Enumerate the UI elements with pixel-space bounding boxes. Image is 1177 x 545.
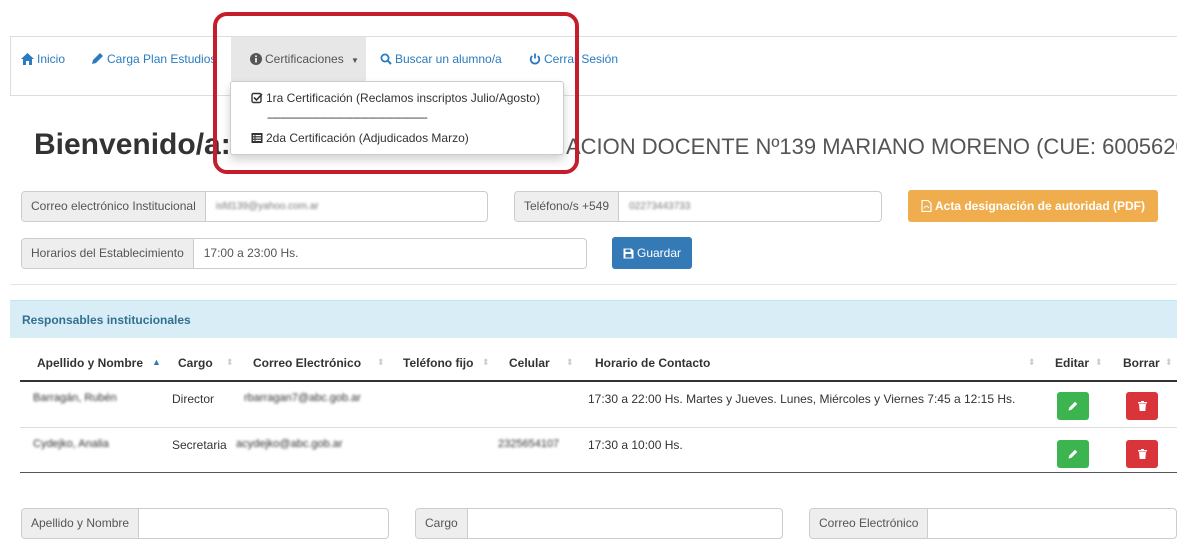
save-icon — [623, 248, 634, 259]
edit-button[interactable] — [1057, 440, 1089, 468]
home-icon — [21, 53, 34, 65]
pencil-icon — [92, 53, 103, 64]
certificaciones-dropdown-menu: 1ra Certificación (Reclamos inscriptos J… — [230, 81, 564, 155]
menu-item-1ra-certificacion[interactable]: 1ra Certificación (Reclamos inscriptos J… — [251, 91, 540, 105]
new-correo-input-group: Correo Electrónico — [809, 508, 1177, 539]
sort-asc-icon: ▲ — [152, 357, 161, 367]
sort-icon: ⬍ — [1028, 357, 1036, 367]
col-header-telefono-fijo[interactable]: Teléfono fijo — [403, 356, 473, 370]
delete-button[interactable] — [1126, 440, 1158, 468]
menu-separator: ----------------------------------------… — [267, 112, 428, 124]
acta-designacion-button[interactable]: Acta designación de autoridad (PDF) — [908, 190, 1158, 222]
cell-correo: acydejko@abc.gob.ar — [236, 438, 343, 450]
sort-icon: ⬍ — [1165, 357, 1173, 367]
sort-icon: ⬍ — [566, 357, 574, 367]
col-header-celular[interactable]: Celular — [509, 356, 550, 370]
caret-down-icon: ▼ — [351, 56, 359, 65]
col-header-cargo[interactable]: Cargo — [178, 356, 213, 370]
new-cargo-input-group: Cargo — [415, 508, 783, 539]
power-icon — [529, 53, 541, 65]
nav-cerrar-sesion[interactable]: Cerrar Sesión — [529, 37, 618, 81]
new-nombre-input[interactable] — [139, 509, 388, 538]
delete-button[interactable] — [1126, 392, 1158, 420]
nav-buscar-alumno[interactable]: Buscar un alumno/a — [380, 37, 502, 81]
sort-icon: ⬍ — [482, 357, 490, 367]
sort-icon: ⬍ — [226, 357, 234, 367]
horarios-input-group: Horarios del Establecimiento 17:00 a 23:… — [21, 238, 587, 269]
phone-field[interactable]: 02273443733 — [619, 192, 881, 221]
nav-carga-plan[interactable]: Carga Plan Estudios — [91, 37, 216, 81]
email-input-group: Correo electrónico Institucional isfd139… — [21, 191, 488, 222]
horarios-field[interactable]: 17:00 a 23:00 Hs. — [194, 239, 586, 268]
cell-nombre: Cydejko, Analia — [33, 438, 109, 450]
trash-icon — [1137, 449, 1147, 459]
list-alt-icon — [251, 133, 263, 143]
pencil-icon — [1068, 449, 1078, 459]
welcome-heading: Bienvenido/a: — [34, 128, 231, 161]
horarios-label: Horarios del Establecimiento — [22, 239, 194, 268]
row-separator — [20, 427, 1177, 428]
new-nombre-input-group: Apellido y Nombre — [21, 508, 389, 539]
sort-icon: ⬍ — [1095, 357, 1103, 367]
new-cargo-input[interactable] — [468, 509, 782, 538]
cell-correo: rbarragan7@abc.gob.ar — [244, 392, 361, 404]
col-header-correo[interactable]: Correo Electrónico — [253, 356, 361, 370]
nav-inicio[interactable]: Inicio — [21, 37, 65, 81]
check-square-icon — [251, 92, 263, 104]
email-field[interactable]: isfd139@yahoo.com.ar — [206, 192, 487, 221]
cell-horario: 17:30 a 22:00 Hs. Martes y Jueves. Lunes… — [588, 392, 1016, 406]
school-name: ACION DOCENTE Nº139 MARIANO MORENO (CUE:… — [566, 134, 1177, 159]
new-nombre-label: Apellido y Nombre — [22, 509, 140, 538]
table-bottom-border — [20, 472, 1177, 473]
cell-celular: 2325654107 — [498, 438, 560, 450]
cell-nombre: Barragán, Rubén — [33, 392, 117, 404]
new-cargo-label: Cargo — [416, 509, 468, 538]
search-icon — [380, 53, 392, 65]
trash-icon — [1137, 401, 1147, 411]
edit-button[interactable] — [1057, 392, 1089, 420]
info-circle-icon — [250, 53, 262, 65]
email-label: Correo electrónico Institucional — [22, 192, 206, 221]
guardar-button[interactable]: Guardar — [612, 237, 692, 269]
pencil-icon — [1068, 401, 1078, 411]
col-header-borrar[interactable]: Borrar — [1123, 356, 1160, 370]
phone-input-group: Teléfono/s +549 02273443733 — [514, 191, 882, 222]
cell-cargo: Director — [172, 392, 215, 406]
file-pdf-icon — [921, 199, 932, 213]
responsables-panel-heading: Responsables institucionales — [10, 300, 1177, 338]
nav-certificaciones[interactable]: Certificaciones ▼ — [231, 37, 366, 81]
sort-icon: ⬍ — [377, 357, 385, 367]
menu-item-2da-certificacion[interactable]: 2da Certificación (Adjudicados Marzo) — [251, 131, 469, 145]
col-header-horario[interactable]: Horario de Contacto — [595, 356, 710, 370]
new-correo-input[interactable] — [928, 509, 1176, 538]
phone-label: Teléfono/s +549 — [515, 192, 620, 221]
col-header-apellido-nombre[interactable]: Apellido y Nombre — [37, 356, 143, 370]
col-header-editar[interactable]: Editar — [1055, 356, 1089, 370]
main-navbar: Inicio Carga Plan Estudios Certificacion… — [10, 36, 1177, 96]
table-header-border — [20, 380, 1177, 382]
cell-cargo: Secretaria — [172, 438, 227, 452]
divider — [10, 284, 1177, 285]
cell-horario: 17:30 a 10:00 Hs. — [588, 438, 683, 452]
new-correo-label: Correo Electrónico — [810, 509, 929, 538]
